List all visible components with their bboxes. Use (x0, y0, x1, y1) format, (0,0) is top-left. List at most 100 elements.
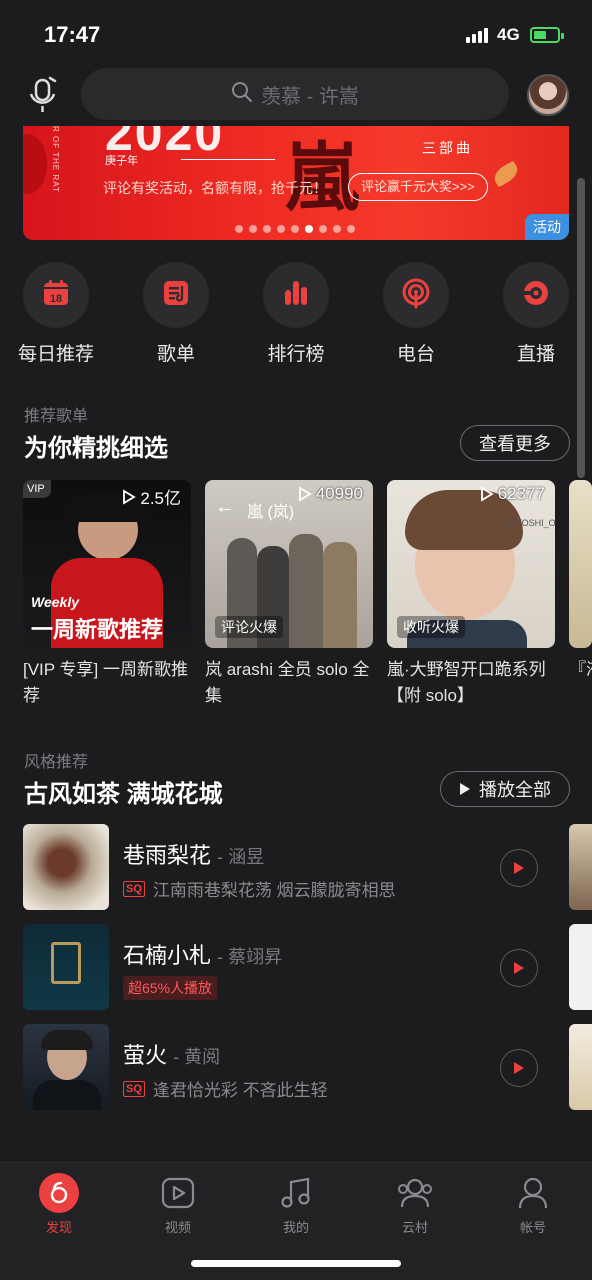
cover-small-text: SATOSHI_OHNO (505, 518, 555, 528)
playlist-cover: SATOSHI_OHNO 62377 收听火爆 (387, 480, 555, 648)
banner-dot[interactable] (291, 225, 299, 233)
playlist-card[interactable]: SATOSHI_OHNO 62377 收听火爆 嵐·大野智开口跪系列【附 sol… (387, 480, 555, 709)
tab-label: 我的 (282, 1220, 309, 1235)
tab-label: 视频 (164, 1220, 191, 1235)
svg-text:18: 18 (50, 293, 62, 305)
scrollbar[interactable] (577, 178, 585, 478)
play-button[interactable] (500, 949, 538, 987)
banner-subtitle: 三部曲 (422, 140, 473, 156)
lantern-decoration (23, 134, 47, 194)
section-subtitle: 推荐歌单 (24, 408, 89, 425)
nav-charts[interactable]: 排行榜 (246, 262, 346, 366)
song-cover (23, 824, 109, 910)
playlist-name: 嵐·大野智开口跪系列【附 solo】 (387, 660, 546, 705)
banner-pagination[interactable] (235, 225, 355, 233)
search-placeholder: 羡慕 - 许嵩 (261, 85, 359, 108)
promo-banner[interactable]: R OF THE RAT 2020 嵐 庚子年 三部曲 评论有奖活动，名额有限，… (23, 126, 569, 240)
play-icon (514, 962, 524, 974)
play-count-icon (123, 488, 137, 505)
song-meta: SQ 逢君恰光彩 不吝此生轻 (123, 1076, 328, 1101)
tab-community[interactable]: 云村 (375, 1173, 455, 1236)
song-desc: 江南雨巷梨花荡 烟云朦胧寄相思 (152, 881, 396, 900)
song-item[interactable]: 石楠小札 - 蔡翊昇 超65%人播放 (23, 924, 543, 1010)
banner-dot[interactable] (249, 225, 257, 233)
banner-side-text: R OF THE RAT (51, 126, 60, 193)
playlist-cover: ← 嵐 (岚) 40990 评论火爆 (205, 480, 373, 648)
radio-icon (400, 277, 432, 314)
account-icon (511, 1173, 555, 1213)
banner-dot[interactable] (305, 225, 313, 233)
nav-playlist[interactable]: 歌单 (126, 262, 226, 366)
song-title: 巷雨梨花 - 涵昱 (123, 843, 265, 868)
cover-big-text: 一周新歌推荐 (31, 617, 164, 642)
cover-small-text: Weekly (31, 594, 79, 610)
view-more-label: 查看更多 (479, 434, 551, 454)
tab-label: 发现 (45, 1220, 72, 1235)
tab-video[interactable]: 视频 (138, 1173, 218, 1236)
playlist-name: 岚 arashi 全员 solo 全集 (205, 660, 370, 705)
nav-live[interactable]: 直播 (486, 262, 586, 366)
play-count-icon (480, 486, 494, 502)
playlist-card-peek[interactable]: 『液值得 (569, 480, 592, 683)
banner-dot[interactable] (263, 225, 271, 233)
play-count: 62377 (480, 484, 545, 504)
play-all-button[interactable]: 播放全部 (440, 771, 570, 807)
banner-kanji: 嵐 (285, 135, 359, 221)
avatar[interactable] (527, 74, 569, 116)
song-meta: SQ 江南雨巷梨花荡 烟云朦胧寄相思 (123, 876, 396, 901)
song-item[interactable]: 萤火 - 黄阅 SQ 逢君恰光彩 不吝此生轻 (23, 1024, 543, 1110)
song-desc: 逢君恰光彩 不吝此生轻 (152, 1081, 328, 1100)
song-title: 萤火 - 黄阅 (123, 1043, 221, 1068)
nav-label: 歌单 (156, 344, 195, 365)
play-icon (514, 862, 524, 874)
sq-badge: SQ (123, 1080, 145, 1097)
banner-dot[interactable] (277, 225, 285, 233)
home-indicator[interactable] (191, 1260, 401, 1267)
playlist-name: [VIP 专享] 一周新歌推荐 (23, 660, 188, 705)
leaf-decoration (490, 160, 522, 188)
playlist-card[interactable]: VIP Weekly 一周新歌推荐 2.5亿 [VIP 专享] 一周新歌推荐 (23, 480, 191, 709)
section-title: 为你精挑细选 (24, 435, 168, 462)
section-title: 古风如茶 满城花城 (24, 781, 223, 808)
song-title: 石楠小札 - 蔡翊昇 (123, 943, 283, 968)
discover-icon (37, 1173, 81, 1213)
nav-radio[interactable]: 电台 (366, 262, 466, 366)
banner-dot[interactable] (347, 225, 355, 233)
music-note-icon (274, 1173, 318, 1213)
banner-promo-text: 评论有奖活动，名额有限，抢千元！ (103, 180, 327, 196)
banner-cta-button[interactable]: 评论赢千元大奖>>> (348, 173, 488, 201)
song-meta: 超65%人播放 (123, 976, 218, 1000)
play-icon (460, 783, 470, 795)
hot-badge: 收听火爆 (397, 616, 465, 638)
tab-mine[interactable]: 我的 (256, 1173, 336, 1236)
popularity-badge: 超65%人播放 (123, 976, 218, 1000)
banner-dot[interactable] (235, 225, 243, 233)
nav-label: 电台 (396, 344, 435, 365)
song-artist: - 涵昱 (217, 847, 265, 867)
banner-dot[interactable] (319, 225, 327, 233)
song-cover-peek (569, 924, 592, 1010)
banner-year: 庚子年 (105, 155, 138, 167)
network-label: 4G (497, 25, 520, 44)
play-count: 2.5亿 (122, 484, 181, 509)
battery-icon (530, 27, 564, 43)
microphone-icon[interactable] (26, 76, 60, 114)
tab-discover[interactable]: 发现 (19, 1173, 99, 1236)
song-item[interactable]: 巷雨梨花 - 涵昱 SQ 江南雨巷梨花荡 烟云朦胧寄相思 (23, 824, 543, 910)
quick-nav: 18 每日推荐 歌单 排行榜 电台 直播 (0, 262, 592, 366)
view-more-button[interactable]: 查看更多 (460, 425, 570, 461)
play-button[interactable] (500, 849, 538, 887)
play-button[interactable] (500, 1049, 538, 1087)
playlist-card[interactable]: ← 嵐 (岚) 40990 评论火爆 岚 arashi 全员 solo 全集 (205, 480, 373, 709)
song-cover (23, 924, 109, 1010)
tab-account[interactable]: 帐号 (493, 1173, 573, 1236)
playlist-cover (569, 480, 592, 648)
play-icon (514, 1062, 524, 1074)
nav-label: 直播 (516, 344, 555, 365)
nav-daily-recommend[interactable]: 18 每日推荐 (6, 262, 106, 366)
banner-divider (181, 159, 275, 160)
banner-dot[interactable] (333, 225, 341, 233)
vip-badge: VIP (23, 480, 51, 498)
playlist-cover: VIP Weekly 一周新歌推荐 2.5亿 (23, 480, 191, 648)
search-input[interactable]: 羡慕 - 许嵩 (81, 68, 509, 120)
